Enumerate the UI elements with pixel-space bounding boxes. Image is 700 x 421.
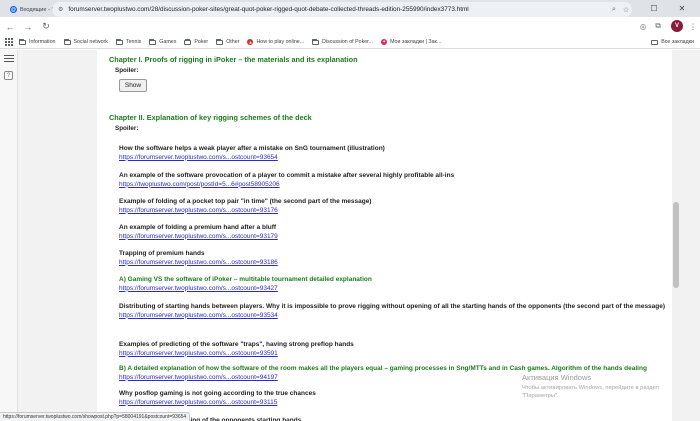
spoiler-label: Spoiler: [115,67,139,74]
entry-title: Distributing of starting hands between p… [119,303,666,310]
toolbar: ← → ↻ [0,17,700,36]
entry-title: Trapping of premium hands [119,250,205,257]
bookmarks-bar: Information Social network Tennis Games Poke… [0,36,700,49]
folder-icon [63,38,71,45]
entry-link[interactable]: https://twoplustwo.com/post/postId=5...6… [119,181,669,190]
zoom-search-icon[interactable]: ⌕ [608,6,620,14]
post-entry: Example of folding of a pocket top pair … [119,198,669,215]
status-bar-url: https://forumserver.twoplustwo.com/showp… [0,412,191,421]
post-entry: Trapping of premium hands https://forumse… [119,250,669,267]
bookmark-label: Games [159,39,177,45]
bookmark-label: Discussion of Poker... [322,39,374,45]
menu-icon[interactable]: ⋮ [687,20,699,32]
maximize-button[interactable]: ☐ [644,0,664,16]
entry-title: How the software helps a weak player aft… [119,145,385,152]
help-icon[interactable]: ? [4,71,13,80]
entry-link[interactable]: https://forumserver.twoplustwo.com/s...o… [119,350,669,359]
bookmark-label: How to play online... [256,39,305,45]
folder-icon [651,39,659,45]
post-entry: An example of folding a premium hand aft… [119,224,669,241]
post-entry: How the software helps a weak player aft… [119,145,669,162]
folder-icon [19,38,26,45]
entry-title: Example of folding of a pocket top pair … [119,198,372,205]
profile-avatar[interactable]: V [671,20,683,32]
forward-arrow-icon[interactable]: → [20,19,36,35]
bookmark-item[interactable]: ✦ Мои закладки | Зак... [381,39,441,45]
folder-icon [216,38,224,45]
post-entry: ... rigging without opening of the oppon… [119,417,669,421]
entry-link[interactable]: https://forumserver.twoplustwo.com/s...o… [119,285,669,294]
post-entry: An example of the software provocation o… [119,172,669,189]
bookmark-label: Social network [73,39,108,45]
close-window-button[interactable]: ✕ [672,0,692,16]
extension-icon[interactable]: ◎ [637,20,649,32]
all-bookmarks-label: Все закладки [661,39,694,45]
back-arrow-icon[interactable]: ← [2,19,18,35]
bookmark-item[interactable]: Information [19,38,56,45]
bookmark-star-icon[interactable]: ☆ [620,6,632,14]
spoiler-label: Spoiler: [115,125,139,132]
windows-activation-text: Чтобы активировать Windows, перейдите в … [522,385,659,399]
left-sidebar: ? [0,50,18,421]
folder-icon [312,38,320,45]
bookmark-favicon-icon: ✦ [381,39,388,45]
reload-icon[interactable]: ↻ [38,19,54,35]
post-entry: Distributing of starting hands between p… [119,303,669,320]
bookmark-label: Tennis [125,39,142,45]
post-entry: Examples of predicting of the software "… [119,341,669,358]
entry-link[interactable]: https://forumserver.twoplustwo.com/s...o… [119,207,669,216]
post-content: Chapter I. Proofs of rigging in iPoker –… [97,50,680,421]
folder-icon [149,38,157,45]
scrollbar-thumb[interactable] [673,202,679,288]
entry-title: An example of the software provocation o… [119,172,455,179]
bookmark-item[interactable]: Other [216,38,240,45]
entry-title: A) Gaming VS the software of iPoker – mu… [119,276,372,283]
spoiler-show-button[interactable]: Show [119,79,147,92]
side-panel-icon[interactable]: ⧉ [652,20,664,32]
entry-link[interactable]: https://forumserver.twoplustwo.com/s...o… [119,259,669,268]
address-bar[interactable]: ⚙ forumserver.twoplustwo.com/28/discussi… [52,2,632,17]
scrollbar[interactable] [672,50,680,421]
bookmark-label: Other [226,39,240,45]
site-info-icon[interactable]: ⚙ [58,6,63,13]
bookmark-item[interactable]: Discussion of Poker... [312,38,374,45]
bookmark-item[interactable]: Social network [63,38,108,45]
entry-title: ... rigging without opening of the oppon… [119,417,302,421]
entry-link[interactable]: https://forumserver.twoplustwo.com/s...o… [119,233,669,242]
apps-grid-icon[interactable] [5,38,13,46]
bookmark-item[interactable]: Games [149,38,177,45]
entry-title: Examples of predicting of the software "… [119,341,354,348]
entry-title: An example of folding a premium hand aft… [119,224,277,231]
entry-link[interactable]: https://forumserver.twoplustwo.com/s...o… [119,154,669,163]
chapter-1-title: Chapter I. Proofs of rigging in iPoker –… [109,55,358,64]
post-entry: A) Gaming VS the software of iPoker – mu… [119,276,669,293]
bookmark-list: Information Social network Tennis Games Poke… [19,38,449,45]
bookmark-label: Мои закладки | Зак... [390,39,442,45]
entry-link[interactable]: https://forumserver.twoplustwo.com/s...o… [119,312,669,321]
bookmark-item[interactable]: ♠ How to play online... [247,39,304,45]
bookmark-item[interactable]: Poker [184,38,209,45]
bookmark-item[interactable]: Tennis [115,38,142,45]
mail-icon: @ [10,6,17,13]
bookmark-label: Poker [194,39,209,45]
all-bookmarks-button[interactable]: Все закладки [651,39,694,45]
chapter-2-title: Chapter II. Explanation of key rigging s… [109,113,312,122]
windows-activation-title: Активация Windows [522,373,592,382]
page-viewport: ? Chapter I. Proofs of rigging in iPoker… [0,50,700,421]
folder-icon [115,38,123,45]
folder-icon [184,38,192,45]
bookmark-label: Information [29,39,56,45]
hamburger-menu-icon[interactable] [4,55,14,65]
bookmark-favicon-icon: ♠ [247,39,254,45]
url-text[interactable]: forumserver.twoplustwo.com/28/discussion… [68,6,608,13]
